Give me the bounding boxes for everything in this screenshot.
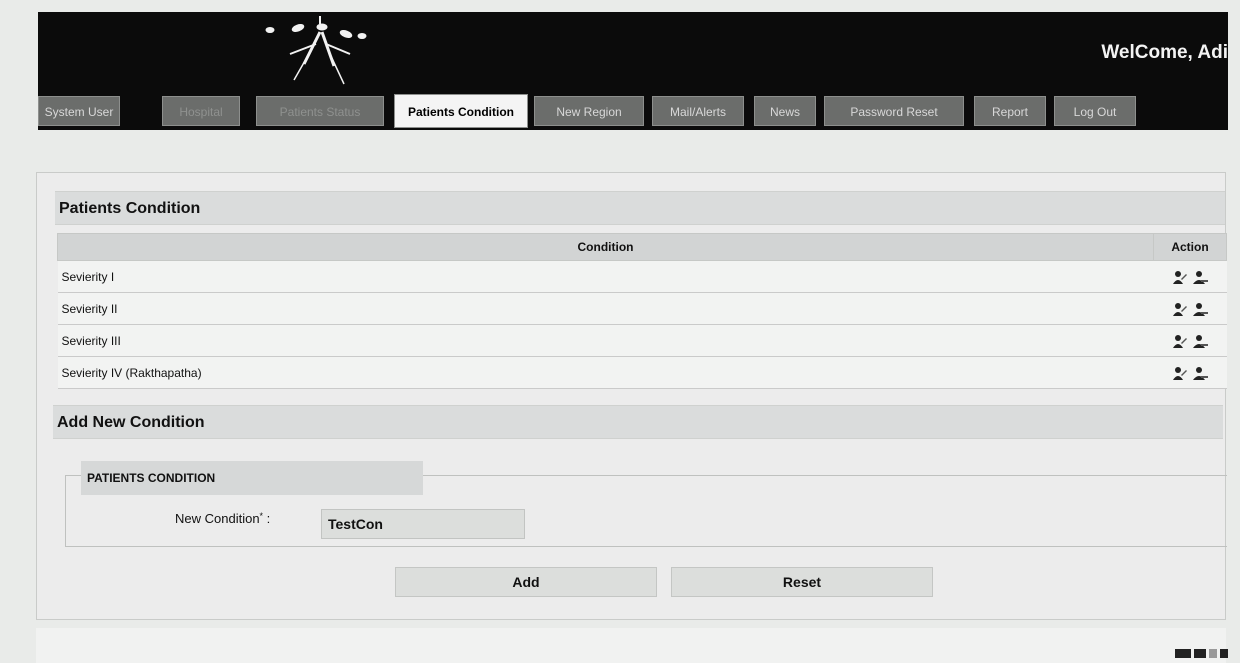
tab-news[interactable]: News — [754, 96, 816, 126]
edit-user-icon[interactable] — [1171, 333, 1187, 349]
condition-cell: Sevierity II — [57, 292, 1154, 325]
new-condition-input[interactable] — [321, 509, 525, 539]
conditions-section-title: Patients Condition — [55, 191, 1225, 225]
welcome-text: WelCome, Adi — [1101, 42, 1228, 63]
edit-user-icon[interactable] — [1171, 301, 1187, 317]
table-row: Sevierity I — [57, 260, 1227, 293]
tab-new-region[interactable]: New Region — [534, 96, 644, 126]
corner-marks — [1172, 645, 1228, 663]
new-condition-label-text: New Condition — [175, 511, 260, 526]
table-row: Sevierity IV (Rakthapatha) — [57, 356, 1227, 389]
condition-cell: Sevierity IV (Rakthapatha) — [57, 356, 1154, 389]
footer-bar — [36, 628, 1226, 663]
tab-hospital[interactable]: Hospital — [162, 96, 240, 126]
tab-mail-alerts[interactable]: Mail/Alerts — [652, 96, 744, 126]
table-header-row: Condition Action — [57, 233, 1227, 261]
mosquito-logo — [265, 16, 367, 85]
delete-user-icon[interactable] — [1192, 269, 1209, 285]
condition-cell: Sevierity III — [57, 324, 1154, 357]
tab-log-out[interactable]: Log Out — [1054, 96, 1136, 126]
table-row: Sevierity II — [57, 292, 1227, 325]
delete-user-icon[interactable] — [1192, 365, 1209, 381]
action-cell — [1153, 356, 1227, 389]
add-button[interactable]: Add — [395, 567, 657, 597]
edit-user-icon[interactable] — [1171, 365, 1187, 381]
action-cell — [1153, 260, 1227, 293]
tab-system-user[interactable]: System User — [38, 96, 120, 126]
delete-user-icon[interactable] — [1192, 333, 1209, 349]
edit-user-icon[interactable] — [1171, 269, 1187, 285]
reset-button[interactable]: Reset — [671, 567, 933, 597]
main-panel: Patients Condition Condition Action Sevi… — [36, 172, 1227, 620]
table-row: Sevierity III — [57, 324, 1227, 357]
tab-patients-status[interactable]: Patients Status — [256, 96, 384, 126]
action-cell — [1153, 292, 1227, 325]
column-header-action: Action — [1153, 233, 1227, 261]
tab-password-reset[interactable]: Password Reset — [824, 96, 964, 126]
delete-user-icon[interactable] — [1192, 301, 1209, 317]
fieldset-legend: PATIENTS CONDITION — [81, 461, 423, 495]
column-header-condition: Condition — [57, 233, 1154, 261]
condition-cell: Sevierity I — [57, 260, 1154, 293]
add-condition-section-title: Add New Condition — [53, 405, 1223, 439]
header-banner: WelCome, Adi System User Hospital Patien… — [38, 12, 1228, 130]
new-condition-label: New Condition* : — [175, 511, 271, 526]
required-marker: * — [259, 511, 264, 521]
tab-patients-condition[interactable]: Patients Condition — [394, 94, 528, 128]
conditions-table: Condition Action Sevierity I Sevierity I… — [57, 233, 1227, 389]
tab-report[interactable]: Report — [974, 96, 1046, 126]
action-cell — [1153, 324, 1227, 357]
